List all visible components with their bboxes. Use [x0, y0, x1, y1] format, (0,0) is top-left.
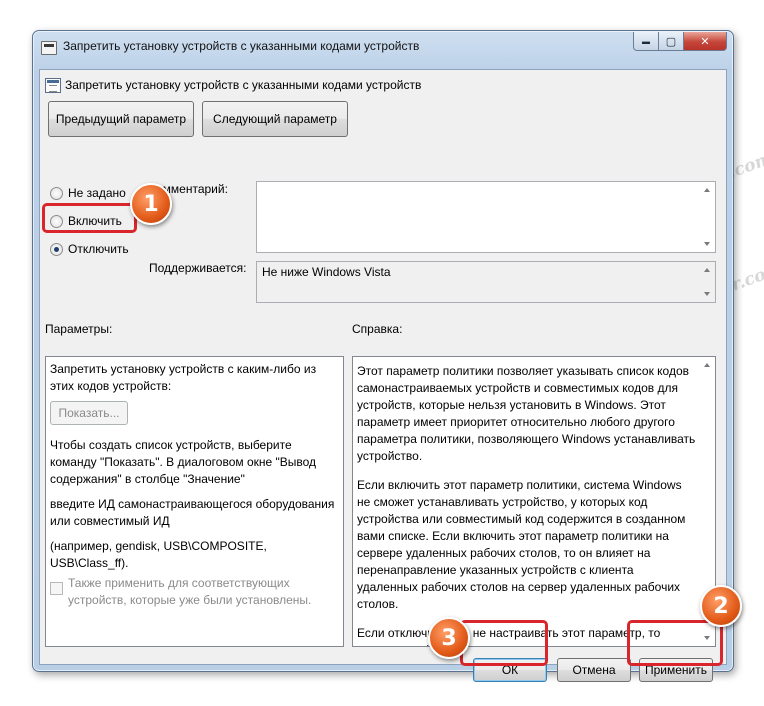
options-text-3: введите ИД самонастраивающегося оборудов…: [50, 497, 335, 528]
minimize-icon: ▬: [642, 36, 650, 46]
scroll-down-icon[interactable]: [704, 242, 710, 246]
comment-scrollbar[interactable]: [700, 182, 715, 252]
supported-label: Поддерживается:: [149, 261, 247, 275]
highlight-ok-button: [460, 620, 548, 666]
step-badge-1: 1: [130, 183, 172, 225]
apply-existing-label: Также применить для соответствующих устр…: [68, 576, 312, 607]
caption-buttons: ▬ ▢ ✕: [633, 32, 727, 52]
policy-icon: [45, 78, 61, 93]
help-paragraph-1: Этот параметр политики позволяет указыва…: [357, 364, 696, 463]
help-label: Справка:: [352, 322, 403, 336]
options-panel: Запретить установку устройств с каким-ли…: [45, 356, 344, 647]
options-label: Параметры:: [45, 322, 113, 336]
show-button[interactable]: Показать...: [50, 401, 128, 425]
maximize-button[interactable]: ▢: [659, 32, 684, 51]
window-title: Запретить установку устройств с указанны…: [63, 39, 420, 53]
help-paragraph-2: Если включить этот параметр политики, си…: [357, 478, 686, 611]
scroll-up-icon[interactable]: [704, 268, 710, 272]
radio-disabled[interactable]: Отключить: [50, 242, 129, 256]
scroll-down-icon[interactable]: [704, 292, 710, 296]
radio-not-configured-label: Не задано: [68, 186, 126, 200]
next-setting-button[interactable]: Следующий параметр: [202, 101, 348, 137]
supported-scrollbar[interactable]: [700, 262, 715, 302]
highlight-apply-button: [627, 620, 723, 666]
cancel-button[interactable]: Отмена: [557, 658, 631, 682]
window-icon: [41, 41, 57, 55]
options-text-4: (например, gendisk, USB\COMPOSITE, USB\C…: [50, 539, 267, 570]
help-panel: Этот параметр политики позволяет указыва…: [352, 356, 716, 647]
options-text-1: Запретить установку устройств с каким-ли…: [50, 362, 317, 393]
close-button[interactable]: ✕: [684, 32, 727, 51]
radio-not-configured[interactable]: Не задано: [50, 186, 126, 200]
radio-disabled-label: Отключить: [68, 242, 129, 256]
dialog-window: Запретить установку устройств с указанны…: [32, 30, 734, 682]
step-badge-2: 2: [700, 585, 742, 627]
step-badge-3: 3: [428, 617, 470, 659]
scroll-up-icon[interactable]: [704, 363, 710, 367]
maximize-icon: ▢: [665, 35, 677, 48]
supported-textbox: Не ниже Windows Vista: [256, 261, 716, 303]
supported-value: Не ниже Windows Vista: [262, 265, 391, 279]
scroll-up-icon[interactable]: [704, 188, 710, 192]
minimize-button[interactable]: ▬: [633, 32, 659, 51]
previous-setting-button[interactable]: Предыдущий параметр: [48, 101, 194, 137]
options-text-2: Чтобы создать список устройств, выберите…: [50, 438, 317, 486]
close-icon: ✕: [700, 35, 710, 48]
highlight-disable-option: [42, 203, 137, 233]
dialog-client: Запретить установку устройств с указанны…: [39, 69, 727, 682]
apply-existing-checkbox[interactable]: [50, 582, 63, 595]
radio-disabled-icon: [50, 242, 63, 256]
policy-title: Запретить установку устройств с указанны…: [65, 78, 422, 92]
radio-not-configured-icon: [50, 186, 63, 200]
comment-textbox[interactable]: [256, 181, 716, 253]
